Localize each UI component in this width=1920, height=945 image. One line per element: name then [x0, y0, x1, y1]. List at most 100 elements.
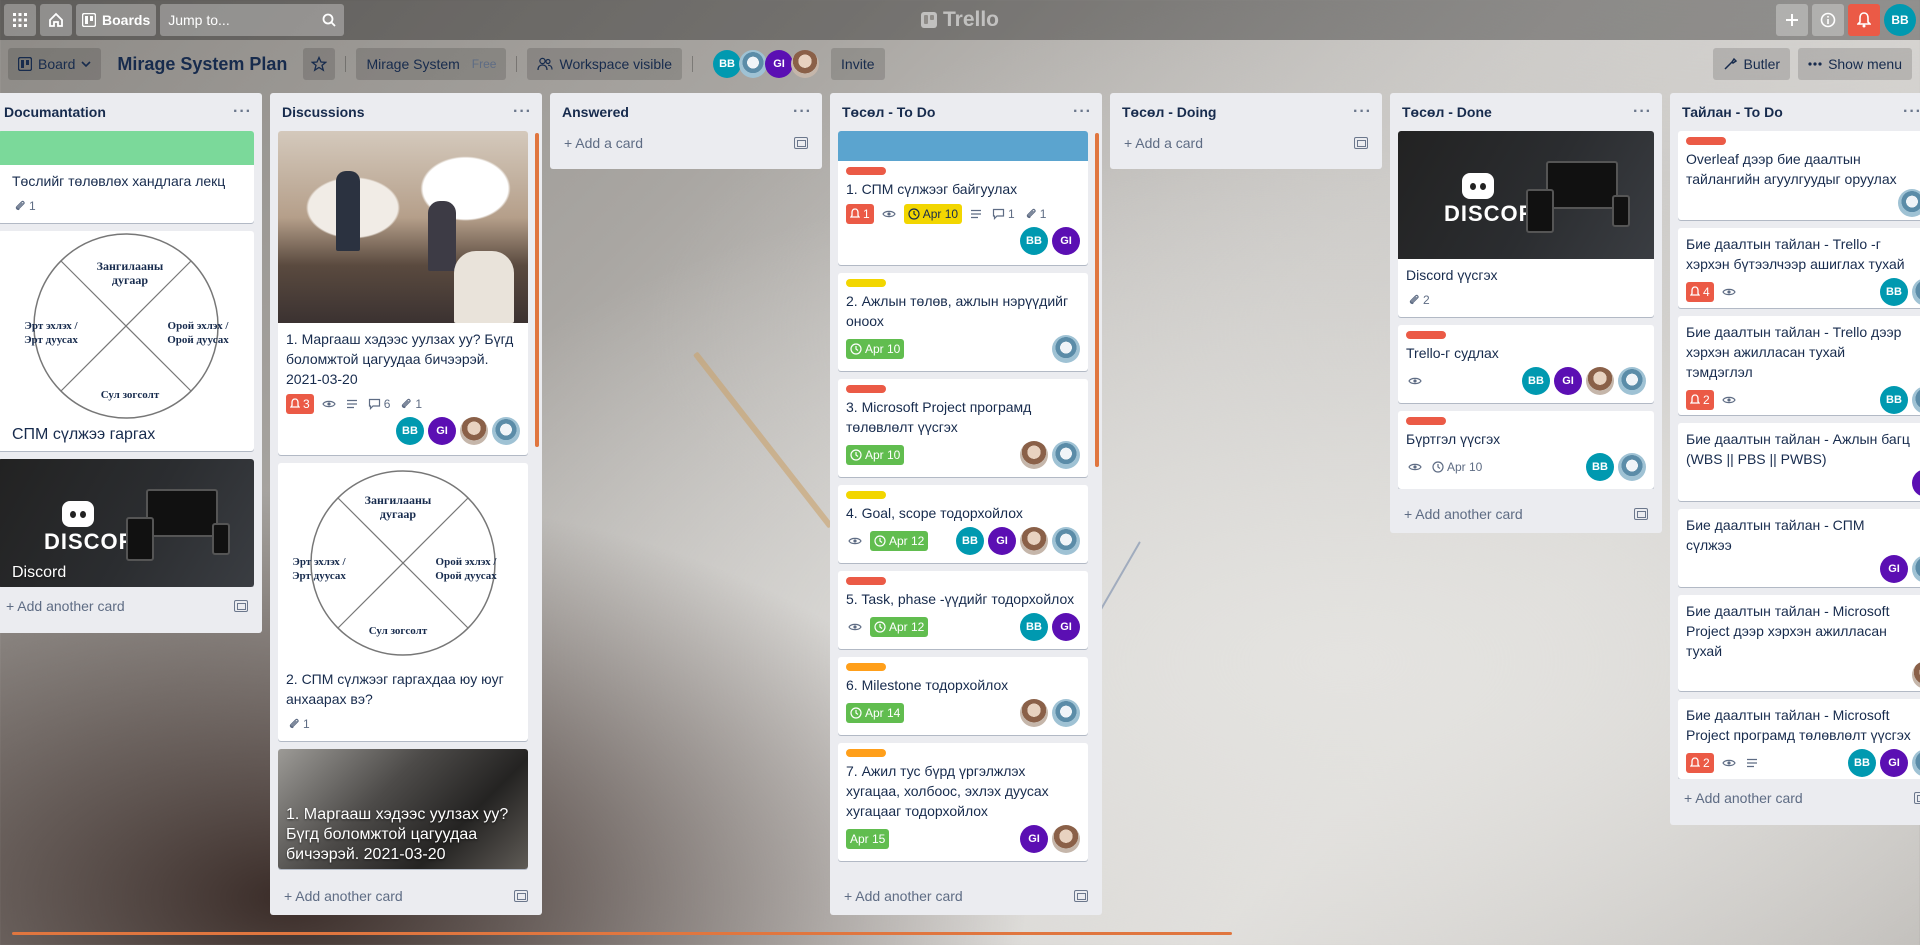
member-avatar-photo[interactable]: [1618, 367, 1646, 395]
card[interactable]: Бие даалтын тайлан - Trello -г хэрхэн бү…: [1678, 228, 1920, 309]
card-template-icon[interactable]: [514, 890, 528, 902]
member-avatar-photo[interactable]: [1586, 367, 1614, 395]
member-avatar-bb[interactable]: BB: [713, 50, 742, 78]
card[interactable]: Trello-г судлах BB GI: [1398, 325, 1654, 403]
member-avatar-photo[interactable]: [1912, 278, 1920, 307]
add-card-button[interactable]: + Add a card: [1110, 127, 1382, 159]
due-date-badge[interactable]: Apr 14: [846, 703, 905, 723]
show-menu-button[interactable]: Show menu: [1798, 48, 1912, 80]
member-avatar-gi[interactable]: GI: [1020, 825, 1048, 853]
member-avatar-bb[interactable]: BB: [956, 527, 984, 555]
board-title[interactable]: Mirage System Plan: [107, 54, 297, 75]
notifications-button[interactable]: [1848, 4, 1880, 36]
add-card-button[interactable]: + Add another card: [1670, 779, 1920, 817]
search-input[interactable]: Jump to...: [160, 4, 345, 36]
member-avatar-photo[interactable]: [1020, 527, 1048, 555]
info-button[interactable]: [1812, 4, 1844, 36]
member-avatar-bb[interactable]: BB: [1586, 453, 1614, 481]
card[interactable]: Зангилааны дугаар Эрт эхлэх /Эрт дуусах …: [278, 463, 528, 741]
list-title[interactable]: Answered: [562, 104, 629, 120]
trello-logo[interactable]: Trello: [920, 8, 999, 32]
list-header[interactable]: Төсөл - To Do ···: [830, 93, 1102, 131]
member-avatar-gi[interactable]: GI: [1912, 468, 1920, 497]
card[interactable]: Overleaf дээр бие даалтын тайлангийн агу…: [1678, 131, 1920, 221]
member-avatar-gi[interactable]: GI: [1880, 749, 1908, 778]
member-avatar-photo[interactable]: [1052, 527, 1080, 555]
card-template-icon[interactable]: [1074, 890, 1088, 902]
list-title[interactable]: Тайлан - To Do: [1682, 104, 1783, 120]
member-avatar-photo[interactable]: [492, 417, 520, 445]
card[interactable]: Төслийг төлөвлөх хандлага лекц 1: [0, 131, 254, 223]
user-avatar[interactable]: BB: [1884, 4, 1916, 36]
list-header[interactable]: Answered ···: [550, 93, 822, 131]
list-menu-icon[interactable]: ···: [1353, 103, 1372, 121]
member-avatar-bb[interactable]: BB: [1020, 227, 1048, 255]
member-avatar-photo[interactable]: [1898, 189, 1920, 217]
list-header[interactable]: Discussions ···: [270, 93, 542, 131]
card[interactable]: Бие даалтын тайлан - Microsoft Project д…: [1678, 594, 1920, 692]
add-card-button[interactable]: + Add another card: [270, 877, 542, 915]
card[interactable]: Бие даалтын тайлан - СПМ сүлжээ GI: [1678, 508, 1920, 587]
member-avatar-photo[interactable]: [739, 50, 768, 78]
member-avatar-photo[interactable]: [1052, 335, 1080, 363]
card[interactable]: DISCORD Discord үүсгэх 2: [1398, 131, 1654, 317]
home-button[interactable]: [40, 4, 72, 36]
apps-button[interactable]: [4, 4, 36, 36]
invite-button[interactable]: Invite: [831, 48, 885, 80]
add-card-button[interactable]: + Add another card: [0, 587, 262, 625]
list-header[interactable]: Documantation ···: [0, 93, 262, 131]
member-avatar-photo[interactable]: [1052, 699, 1080, 727]
board-horizontal-scrollbar[interactable]: [12, 932, 1232, 935]
member-avatar-photo[interactable]: [1912, 554, 1920, 583]
due-date-badge[interactable]: Apr 10: [903, 204, 963, 224]
list-title[interactable]: Documantation: [4, 104, 106, 120]
member-avatar-photo[interactable]: [1020, 441, 1048, 469]
card[interactable]: Бие даалтын тайлан - Trello дээр хэрхэн …: [1678, 316, 1920, 415]
card[interactable]: 1. Маргааш хэдээс уулзах уу? Бүгд боломж…: [278, 749, 528, 869]
butler-button[interactable]: Butler: [1713, 48, 1791, 80]
member-avatar-gi[interactable]: GI: [988, 527, 1016, 555]
card-template-icon[interactable]: [1634, 508, 1648, 520]
visibility-button[interactable]: Workspace visible: [527, 48, 683, 80]
card[interactable]: 2. Ажлын төлөв, ажлын нэрүүдийг оноох Ap…: [838, 273, 1088, 371]
member-avatar-gi[interactable]: GI: [1052, 227, 1080, 255]
list-header[interactable]: Төсөл - Done ···: [1390, 93, 1662, 131]
member-avatar-bb[interactable]: BB: [396, 417, 424, 445]
card-template-icon[interactable]: [794, 137, 808, 149]
card[interactable]: 4. Goal, scope тодорхойлох Apr 12 BB GI: [838, 485, 1088, 563]
card-template-icon[interactable]: [234, 600, 248, 612]
card-template-icon[interactable]: [1914, 792, 1920, 804]
create-button[interactable]: [1776, 4, 1808, 36]
card[interactable]: 3. Microsoft Project програмд төлөвлөлт …: [838, 379, 1088, 477]
card[interactable]: 1. Маргааш хэдээс уулзах уу? Бүгд боломж…: [278, 131, 528, 455]
card[interactable]: Бүртгэл үүсгэх Apr 10 BB: [1398, 411, 1654, 489]
member-avatar-gi[interactable]: GI: [428, 417, 456, 445]
list-menu-icon[interactable]: ···: [1073, 103, 1092, 121]
due-date-badge[interactable]: Apr 10: [846, 339, 905, 359]
add-card-button[interactable]: + Add a card: [550, 127, 822, 159]
list-menu-icon[interactable]: ···: [793, 103, 812, 121]
card[interactable]: 5. Task, phase -үүдийг тодорхойлох Apr 1…: [838, 571, 1088, 649]
member-avatar-photo[interactable]: [1912, 660, 1920, 689]
due-date-badge[interactable]: Apr 15: [846, 829, 890, 849]
due-date-badge[interactable]: Apr 12: [870, 531, 929, 551]
workspace-button[interactable]: Mirage System Free: [356, 48, 507, 80]
card[interactable]: 6. Milestone тодорхойлох Apr 14: [838, 657, 1088, 735]
member-avatar-gi[interactable]: GI: [1880, 554, 1908, 583]
member-avatar-bb[interactable]: BB: [1020, 613, 1048, 641]
member-avatar-photo[interactable]: [1618, 453, 1646, 481]
member-avatar-photo[interactable]: [1912, 749, 1920, 778]
star-button[interactable]: [303, 48, 336, 80]
list-menu-icon[interactable]: ···: [233, 103, 252, 121]
member-avatar-photo[interactable]: [1020, 699, 1048, 727]
due-date-badge[interactable]: Apr 10: [846, 445, 905, 465]
list-menu-icon[interactable]: ···: [1903, 103, 1920, 121]
member-avatar-bb[interactable]: BB: [1522, 367, 1550, 395]
member-avatar-photo[interactable]: [460, 417, 488, 445]
member-avatar-bb[interactable]: BB: [1848, 749, 1876, 778]
list-scrollbar[interactable]: [1095, 133, 1099, 467]
list-header[interactable]: Төсөл - Doing ···: [1110, 93, 1382, 131]
member-avatar-photo[interactable]: [791, 50, 820, 78]
board-view-switcher[interactable]: Board: [8, 48, 102, 80]
member-avatar-gi[interactable]: GI: [1052, 613, 1080, 641]
